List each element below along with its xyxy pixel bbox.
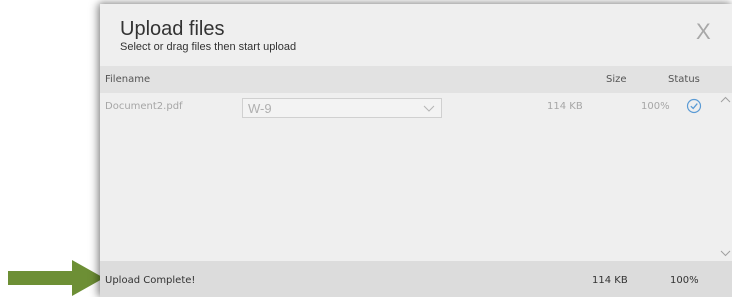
close-button[interactable]: X: [696, 19, 711, 45]
file-list-scrollbar[interactable]: [719, 93, 732, 261]
scroll-up-icon[interactable]: [720, 96, 731, 104]
file-size: 114 KB: [547, 101, 583, 112]
file-list: Document2.pdf W-9 114 KB 100%: [100, 93, 732, 261]
file-name: Document2.pdf: [105, 101, 183, 112]
file-progress: 100%: [641, 101, 670, 112]
check-circle-icon: [686, 98, 702, 114]
upload-files-dialog: Upload files Select or drag files then s…: [100, 4, 732, 297]
dialog-title: Upload files: [120, 18, 225, 40]
upload-summary-footer: Upload Complete! 114 KB 100%: [100, 261, 732, 297]
column-header-status: Status: [668, 74, 700, 85]
upload-status-text: Upload Complete!: [105, 275, 196, 286]
column-header-filename: Filename: [105, 74, 151, 85]
document-type-value: W-9: [248, 101, 272, 116]
chevron-down-icon: [423, 105, 435, 112]
column-header-size: Size: [606, 74, 627, 85]
total-size: 114 KB: [592, 275, 628, 286]
total-progress: 100%: [670, 275, 699, 286]
document-type-select[interactable]: W-9: [242, 98, 442, 118]
dialog-subtitle: Select or drag files then start upload: [120, 41, 297, 53]
file-row: Document2.pdf W-9 114 KB 100%: [100, 93, 714, 119]
dialog-header: Upload files Select or drag files then s…: [100, 4, 732, 66]
pointer-arrow-icon: [8, 260, 104, 296]
scroll-down-icon[interactable]: [720, 249, 731, 257]
column-header-row: Filename Size Status: [100, 66, 732, 93]
